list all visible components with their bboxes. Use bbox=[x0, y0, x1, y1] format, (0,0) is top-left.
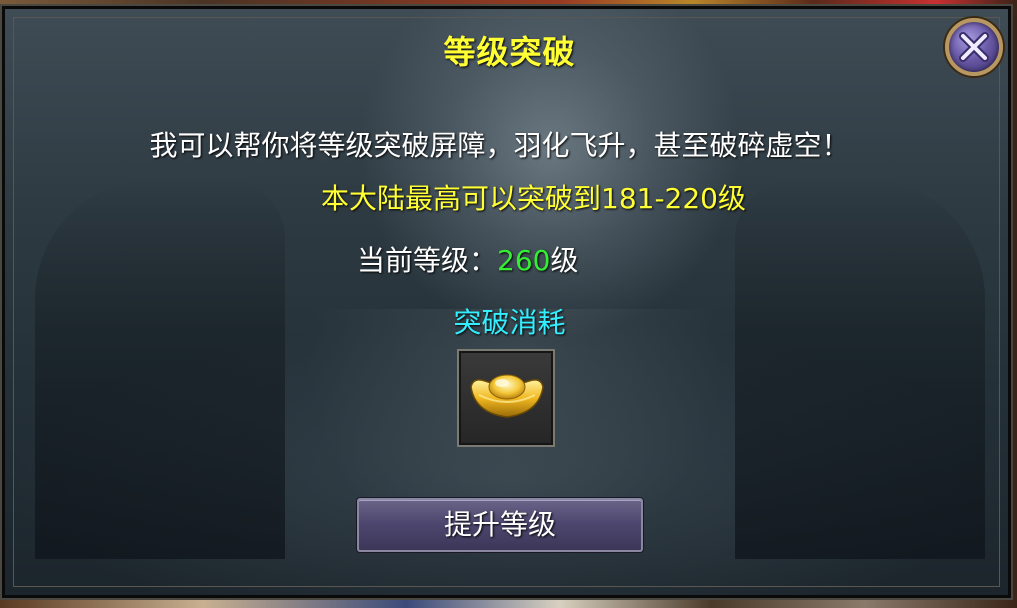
background-architecture-left bbox=[35, 179, 285, 559]
current-level-label: 当前等级： bbox=[357, 244, 498, 277]
gold-ingot-icon bbox=[470, 374, 544, 418]
level-breakthrough-dialog: 等级突破 我可以帮你将等级突破屏障，羽化飞升，甚至破碎虚空！ 本大陆最高可以突破… bbox=[0, 4, 1013, 600]
cost-item-slot[interactable] bbox=[457, 349, 555, 447]
dialog-title: 等级突破 bbox=[443, 33, 576, 71]
upgrade-level-button[interactable]: 提升等级 bbox=[357, 498, 643, 552]
close-icon bbox=[959, 32, 989, 62]
game-screen: 等级突破 我可以帮你将等级突破屏障，羽化飞升，甚至破碎虚空！ 本大陆最高可以突破… bbox=[0, 0, 1017, 608]
current-level-unit: 级 bbox=[550, 244, 579, 277]
cost-label: 突破消耗 bbox=[453, 306, 566, 339]
background-architecture-right bbox=[735, 179, 985, 559]
current-level-value: 260 bbox=[497, 244, 551, 277]
close-button[interactable] bbox=[945, 18, 1003, 76]
current-level-line: 当前等级：260级 bbox=[357, 239, 578, 279]
dialog-description: 我可以帮你将等级突破屏障，羽化飞升，甚至破碎虚空！ bbox=[149, 129, 850, 162]
max-level-text: 本大陆最高可以突破到181-220级 bbox=[321, 182, 746, 215]
